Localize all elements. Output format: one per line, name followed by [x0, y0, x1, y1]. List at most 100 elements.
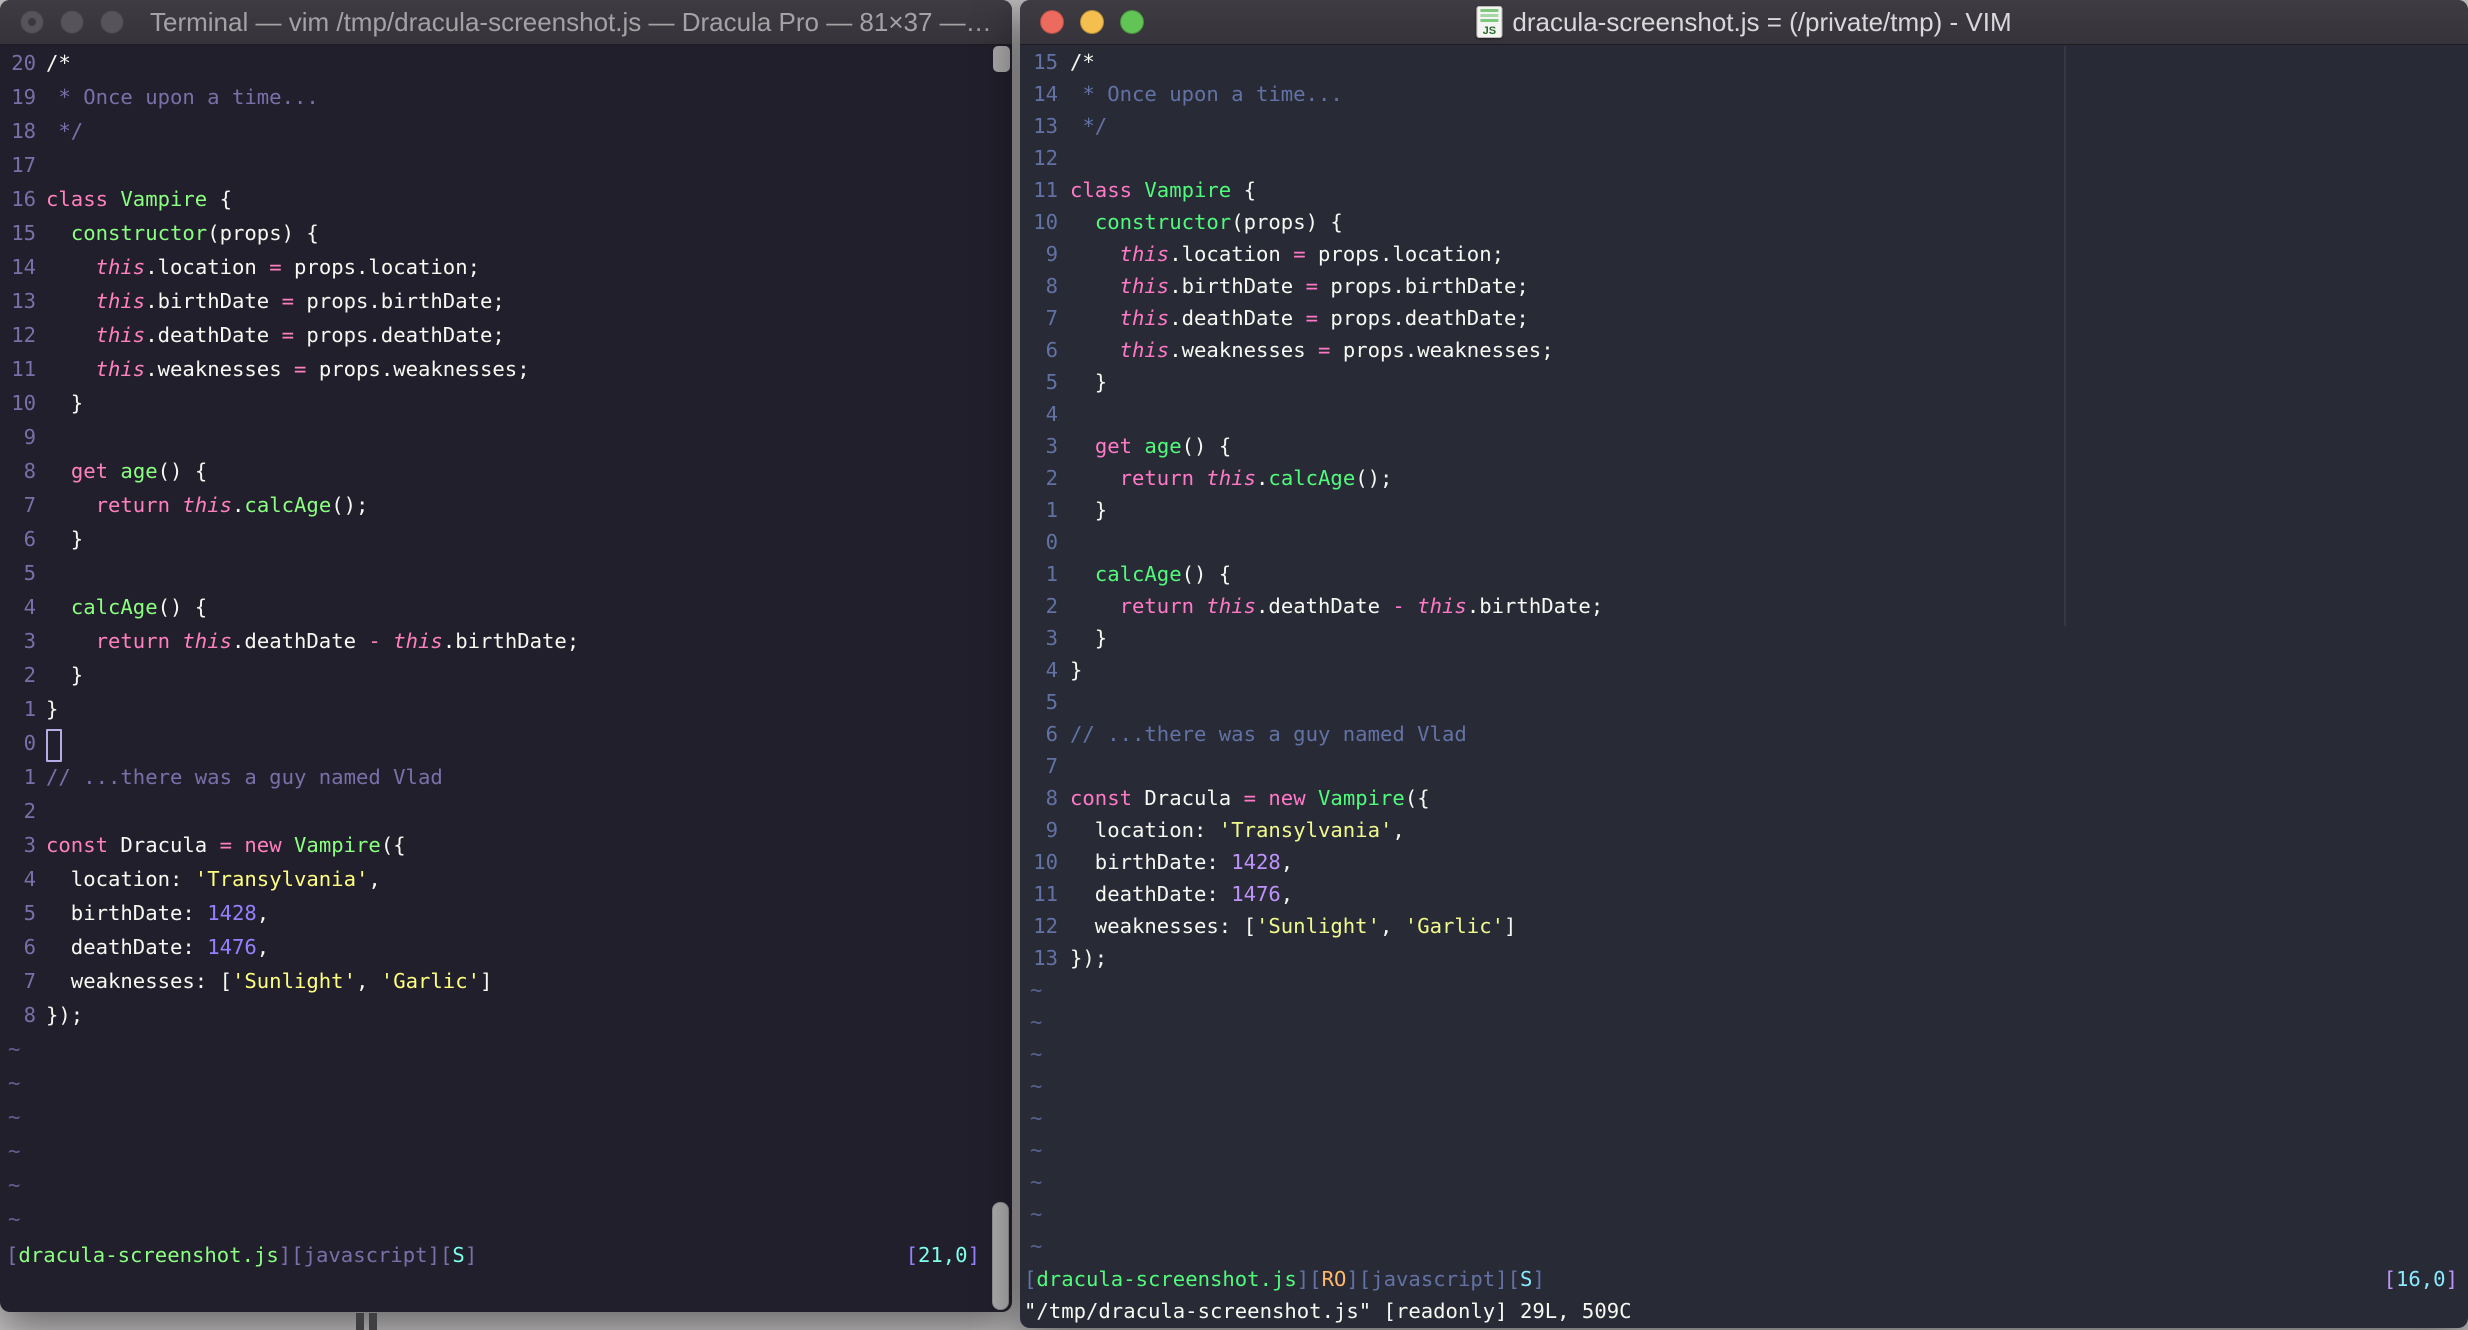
- code-line: 6 // ...there was a guy named Vlad: [1022, 718, 2468, 750]
- code-segment: .weaknesses: [145, 357, 295, 381]
- vim-code-area[interactable]: 20/* 19 * Once upon a time... 18 */17 16 cla…: [0, 46, 1012, 1236]
- vim-code-area[interactable]: 15/* 14 * Once upon a time... 13 */12 11 cla…: [1020, 46, 2468, 1262]
- code-line: 3 get age() {: [1022, 430, 2468, 462]
- terminal-window[interactable]: Terminal — vim /tmp/dracula-screenshot.j…: [0, 0, 1012, 1312]
- scrollbar-top-thumb[interactable]: [993, 46, 1010, 72]
- code-line: 17: [0, 148, 1012, 182]
- tilde-line: ~: [1030, 1234, 1043, 1258]
- terminal-titlebar[interactable]: Terminal — vim /tmp/dracula-screenshot.j…: [0, 0, 1012, 45]
- line-number: 1: [23, 765, 36, 789]
- code-segment: [: [1024, 1267, 1037, 1291]
- line-number: 3: [1045, 434, 1058, 458]
- line-number: 1: [1045, 562, 1058, 586]
- code-segment: ,: [1392, 818, 1405, 842]
- code-segment: props.birthDate;: [294, 289, 505, 313]
- line-number: 13: [1033, 946, 1058, 970]
- traffic-lights: [20, 10, 124, 34]
- code-segment: 1476: [1231, 882, 1281, 906]
- code-line: 2 return this.deathDate - this.birthDate…: [1022, 590, 2468, 622]
- code-segment: dracula-screenshot.js: [18, 1243, 279, 1267]
- code-segment: {: [207, 187, 233, 211]
- code-segment: ]: [1504, 914, 1517, 938]
- code-line: 9 location: 'Transylvania',: [1022, 814, 2468, 846]
- line-number: 7: [1045, 754, 1058, 778]
- code-segment: this: [1119, 338, 1170, 362]
- tilde-line: ~: [1030, 1042, 1043, 1066]
- code-segment: props.birthDate;: [1318, 274, 1529, 298]
- code-segment: .: [232, 493, 245, 517]
- tilde-line: ~: [8, 1071, 21, 1095]
- tilde-line: ~: [1030, 1202, 1043, 1226]
- code-segment: -: [368, 629, 381, 653]
- code-segment: constructor: [1094, 210, 1232, 234]
- line-number: 12: [11, 323, 36, 347]
- code-segment: deathDate:: [46, 935, 208, 959]
- code-segment: ][: [278, 1243, 304, 1267]
- code-segment: this: [393, 629, 443, 653]
- code-segment: 'Sunlight': [1255, 914, 1380, 938]
- code-line: 2 return this.calcAge();: [1022, 462, 2468, 494]
- line-number: 2: [23, 663, 36, 687]
- code-segment: }: [1070, 658, 1083, 682]
- code-segment: .deathDate: [1169, 306, 1306, 330]
- code-segment: weaknesses: [: [46, 969, 232, 993]
- code-segment: */: [46, 119, 84, 143]
- code-line: 7 return this.calcAge();: [0, 488, 1012, 522]
- code-segment: return: [95, 629, 183, 653]
- code-segment: props.weaknesses;: [1330, 338, 1554, 362]
- code-segment: =: [269, 255, 282, 279]
- code-line: 8 this.birthDate = props.birthDate;: [1022, 270, 2468, 302]
- line-number: 0: [23, 731, 36, 755]
- code-segment: .location: [145, 255, 270, 279]
- code-line: 0: [1022, 526, 2468, 558]
- code-line: 6 }: [0, 522, 1012, 556]
- code-line: 4: [1022, 398, 2468, 430]
- code-segment: S: [1520, 1267, 1533, 1291]
- code-segment: calcAge: [70, 595, 158, 619]
- line-number: 6: [23, 527, 36, 551]
- code-segment: * Once upon a time...: [46, 85, 319, 109]
- macvim-titlebar[interactable]: dracula-screenshot.js = (/private/tmp) -…: [1020, 0, 2468, 45]
- code-segment: return: [1119, 466, 1207, 490]
- vim-statusline: [dracula-screenshot.js][javascript][S]: [6, 1238, 477, 1272]
- close-button[interactable]: [20, 10, 44, 34]
- code-line: 1}: [0, 692, 1012, 726]
- line-number: 6: [1045, 722, 1058, 746]
- zoom-button[interactable]: [1120, 10, 1144, 34]
- line-number: 4: [1045, 658, 1058, 682]
- code-segment: this: [1119, 306, 1170, 330]
- minimize-button[interactable]: [1080, 10, 1104, 34]
- code-segment: weaknesses: [: [1070, 914, 1256, 938]
- vim-ruler: [16,0]: [2384, 1262, 2458, 1296]
- minimize-button[interactable]: [60, 10, 84, 34]
- zoom-button[interactable]: [100, 10, 124, 34]
- line-number: 2: [1045, 466, 1058, 490]
- line-number: 8: [1045, 786, 1058, 810]
- code-segment: 1476: [207, 935, 257, 959]
- macvim-window[interactable]: dracula-screenshot.js = (/private/tmp) -…: [1020, 0, 2468, 1328]
- code-segment: /*: [46, 51, 71, 75]
- vim-statusline: [dracula-screenshot.js][RO][javascript][…: [1024, 1262, 1545, 1296]
- close-button[interactable]: [1040, 10, 1064, 34]
- code-line: 1 calcAge() {: [1022, 558, 2468, 590]
- code-segment: ,: [355, 969, 381, 993]
- tilde-line: ~: [1030, 1074, 1043, 1098]
- window-title: Terminal — vim /tmp/dracula-screenshot.j…: [150, 6, 992, 37]
- code-segment: 1428: [1231, 850, 1281, 874]
- scrollbar-thumb[interactable]: [992, 1202, 1009, 1310]
- code-segment: (props) {: [207, 221, 319, 245]
- code-segment: 16,0: [2395, 1267, 2446, 1291]
- code-segment: this: [182, 493, 233, 517]
- code-segment: props.location;: [1305, 242, 1505, 266]
- code-segment: =: [281, 323, 295, 347]
- tilde-line: ~: [8, 1173, 21, 1197]
- tilde-line: ~: [1030, 1138, 1043, 1162]
- code-segment: calcAge: [1268, 466, 1356, 490]
